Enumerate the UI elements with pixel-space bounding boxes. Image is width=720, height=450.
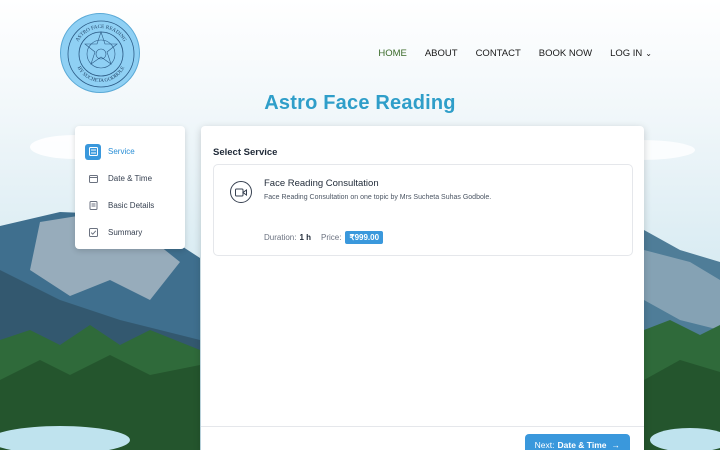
nav-about[interactable]: ABOUT bbox=[425, 48, 458, 59]
footer-divider bbox=[201, 426, 644, 427]
step-date-time-label: Date & Time bbox=[108, 174, 153, 183]
nav-login-label: LOG IN bbox=[610, 48, 643, 59]
price-badge: ₹999.00 bbox=[345, 231, 384, 244]
step-date-time[interactable]: Date & Time bbox=[85, 165, 175, 192]
step-service-label: Service bbox=[108, 147, 135, 156]
details-icon bbox=[85, 198, 101, 214]
video-camera-icon bbox=[230, 181, 252, 203]
calendar-icon bbox=[85, 171, 101, 187]
nav-login[interactable]: LOG IN ⌄ bbox=[610, 48, 652, 59]
summary-icon bbox=[85, 225, 101, 241]
service-card[interactable]: Face Reading Consultation Face Reading C… bbox=[213, 164, 633, 256]
service-meta: Duration: 1 h Price: ₹999.00 bbox=[264, 231, 384, 244]
brand-logo[interactable]: ASTRO FACE READING BY SUCHETA GODBOLE bbox=[60, 13, 140, 93]
price-label: Price: bbox=[321, 233, 342, 242]
arrow-right-icon: → bbox=[611, 440, 621, 450]
next-button-prefix: Next: bbox=[534, 440, 555, 450]
step-summary-label: Summary bbox=[108, 228, 143, 237]
step-basic-details[interactable]: Basic Details bbox=[85, 192, 175, 219]
next-button-target: Date & Time bbox=[557, 440, 607, 450]
nav-home[interactable]: HOME bbox=[378, 48, 407, 59]
page-title: Astro Face Reading bbox=[264, 92, 456, 114]
main-nav: HOME ABOUT CONTACT BOOK NOW LOG IN ⌄ bbox=[378, 48, 652, 59]
panel-title: Select Service bbox=[213, 147, 278, 158]
booking-steps: Service Date & Time Basic Details Summar… bbox=[75, 126, 185, 249]
logo-emblem-icon: ASTRO FACE READING BY SUCHETA GODBOLE bbox=[67, 20, 135, 88]
chevron-down-icon: ⌄ bbox=[645, 49, 652, 58]
service-name: Face Reading Consultation bbox=[264, 178, 379, 189]
step-summary[interactable]: Summary bbox=[85, 219, 175, 246]
duration-value: 1 h bbox=[299, 233, 312, 242]
service-icon bbox=[85, 143, 101, 160]
nav-book-now[interactable]: BOOK NOW bbox=[539, 48, 592, 59]
service-description: Face Reading Consultation on one topic b… bbox=[264, 194, 492, 201]
step-basic-details-label: Basic Details bbox=[108, 201, 155, 210]
duration-label: Duration: bbox=[264, 233, 297, 242]
step-service[interactable]: Service bbox=[85, 138, 175, 165]
nav-contact[interactable]: CONTACT bbox=[476, 48, 521, 59]
next-button[interactable]: Next: Date & Time → bbox=[524, 434, 630, 450]
booking-panel: Select Service Face Reading Consultation… bbox=[201, 126, 644, 450]
